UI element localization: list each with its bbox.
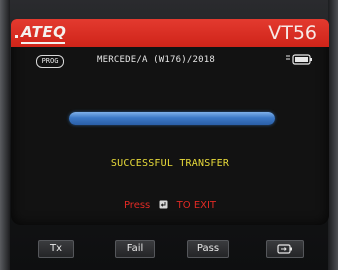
exit-instruction: Press TO EXIT (11, 200, 329, 211)
to-exit-label: TO EXIT (176, 200, 217, 211)
softkey-tx[interactable]: Tx (38, 240, 74, 258)
softkey-fail[interactable]: Fail (115, 240, 155, 258)
progress-bar (69, 112, 275, 125)
logo-underline (21, 42, 65, 44)
logo-dot (15, 35, 18, 38)
header-bar: ATEQ VT56 (11, 19, 329, 47)
battery-icon (286, 54, 312, 65)
enter-key-icon (159, 200, 168, 209)
softkey-battery[interactable] (266, 240, 304, 258)
progress-fill (69, 112, 275, 125)
device-model: VT56 (268, 22, 317, 44)
softkey-row: Tx Fail Pass (0, 240, 338, 260)
brand-logo: ATEQ (15, 23, 67, 44)
mode-badge: PROG (36, 55, 64, 68)
battery-key-icon (277, 244, 292, 254)
lcd-screen: ATEQ VT56 PROG MERCEDE/A (W176)/2018 SUC… (11, 19, 329, 225)
brand-name: ATEQ (21, 23, 67, 41)
status-message: SUCCESSFUL TRANSFER (110, 158, 230, 169)
press-label: Press (123, 200, 151, 211)
vehicle-label: MERCEDE/A (W176)/2018 (97, 55, 215, 65)
softkey-pass[interactable]: Pass (187, 240, 229, 258)
